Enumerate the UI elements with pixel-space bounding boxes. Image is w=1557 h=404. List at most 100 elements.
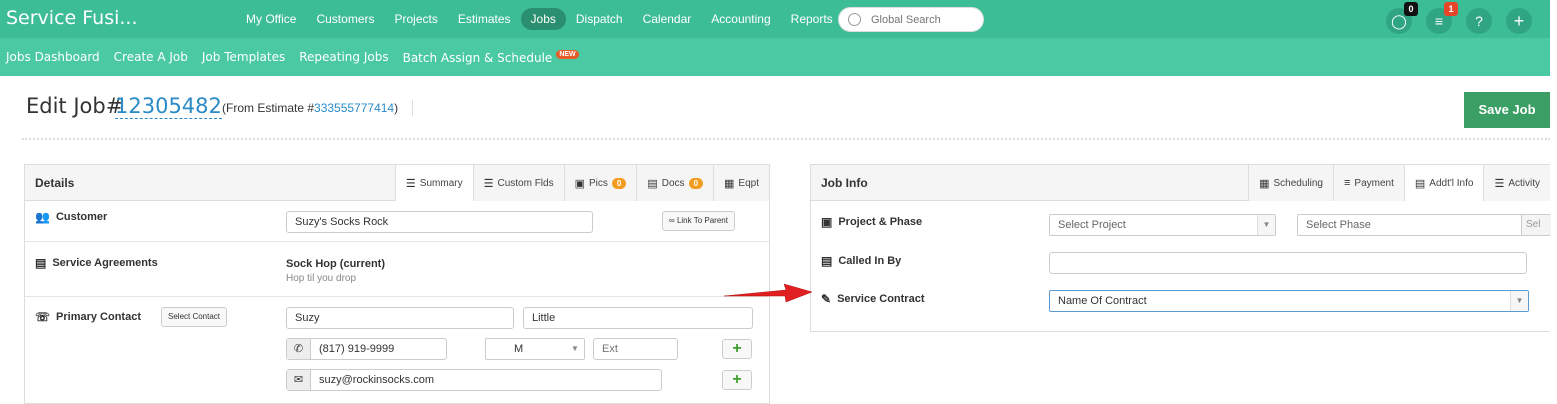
tab-summary[interactable]: ☰ Summary	[394, 165, 473, 201]
details-panel: Details ☰ Summary ☰ Custom Flds ▣ Pics 0 ▤ Do…	[24, 164, 770, 404]
nav-dispatch[interactable]: Dispatch	[566, 8, 633, 30]
phone-type-select[interactable]: M ▼	[485, 338, 585, 360]
from-estimate-suffix: )	[394, 101, 399, 115]
add-button[interactable]: +	[1506, 8, 1532, 34]
subnav-batch-assign[interactable]: Batch Assign & Schedule NEW	[403, 49, 579, 65]
customer-input[interactable]: Suzy's Socks Rock	[286, 211, 593, 233]
list-icon: ☰	[483, 177, 494, 190]
job-info-title: Job Info	[821, 176, 868, 190]
primary-contact-section: ☏ Primary Contact Select Contact Suzy Lit…	[25, 298, 769, 398]
phone-type-value: M	[514, 343, 524, 355]
tab-docs[interactable]: ▤ Docs 0	[636, 165, 714, 201]
agreement-description: Hop til you drop	[286, 273, 357, 284]
email-input[interactable]: ✉ suzy@rockinsocks.com	[286, 369, 662, 391]
select-contact-button[interactable]: Select Contact	[161, 307, 228, 327]
nav-jobs[interactable]: Jobs	[520, 8, 566, 30]
phone-value: (817) 919-9999	[319, 343, 395, 355]
document-icon: ▤	[647, 177, 658, 190]
tab-docs-label: Docs	[661, 177, 685, 189]
global-search[interactable]	[838, 7, 984, 32]
clipboard-icon: ▤	[1414, 177, 1426, 190]
email-icon: ✉	[287, 370, 311, 390]
edit-icon: ✎	[821, 292, 832, 306]
save-job-button[interactable]: Save Job	[1464, 92, 1550, 128]
last-name-input[interactable]: Little	[523, 307, 753, 329]
menu-badge: 1	[1444, 2, 1458, 16]
from-estimate-prefix: (From Estimate #	[222, 101, 315, 115]
details-tabs: ☰ Summary ☰ Custom Flds ▣ Pics 0 ▤ Docs 0 ▦ Eqp…	[394, 165, 769, 201]
tab-custom-fields[interactable]: ☰ Custom Flds	[472, 165, 564, 201]
header-divider	[412, 100, 413, 116]
tab-pics-label: Pics	[589, 177, 608, 189]
select-phase-value: Select Phase	[1306, 219, 1371, 231]
tab-pics[interactable]: ▣ Pics 0	[563, 165, 637, 201]
add-email-button[interactable]: +	[722, 370, 752, 390]
tab-activity[interactable]: ☰ Activity	[1483, 165, 1550, 201]
nav-projects[interactable]: Projects	[384, 8, 447, 30]
select-project-value: Select Project	[1058, 219, 1126, 231]
service-agreements-label-text: Service Agreements	[52, 257, 158, 269]
service-contract-label-text: Service Contract	[837, 293, 925, 305]
service-contract-dropdown[interactable]: Name Of Contract ▼	[1049, 290, 1529, 312]
agreement-name[interactable]: Sock Hop (current)	[286, 258, 385, 270]
tab-equipment-label: Eqpt	[738, 177, 759, 189]
nav-calendar[interactable]: Calendar	[633, 8, 702, 30]
project-phase-label-text: Project & Phase	[838, 216, 923, 228]
chat-button[interactable]: ◯ 0	[1386, 2, 1418, 34]
subnav-jobs-dashboard[interactable]: Jobs Dashboard	[6, 50, 100, 64]
plus-icon: +	[732, 340, 742, 357]
new-badge: NEW	[556, 49, 579, 59]
tab-scheduling[interactable]: ▦ Scheduling	[1248, 165, 1333, 201]
link-icon: ∞	[669, 216, 675, 225]
nav-my-office[interactable]: My Office	[236, 8, 306, 30]
caret-down-icon: ▼	[566, 339, 584, 359]
called-in-by-label: ▤ Called In By	[821, 254, 901, 268]
tab-payment-label: Payment	[1354, 177, 1394, 189]
red-arrow-annotation	[723, 283, 813, 303]
sub-navbar: Jobs Dashboard Create A Job Job Template…	[0, 38, 1550, 76]
menu-icon: ≡	[1434, 13, 1444, 29]
first-name-input[interactable]: Suzy	[286, 307, 514, 329]
menu-button[interactable]: ≡ 1	[1426, 2, 1458, 34]
help-button[interactable]: ?	[1466, 8, 1492, 34]
nav-accounting[interactable]: Accounting	[701, 8, 780, 30]
called-in-by-input[interactable]	[1049, 252, 1527, 274]
tab-additional-info[interactable]: ▤ Addt'l Info	[1403, 165, 1484, 201]
nav-customers[interactable]: Customers	[306, 8, 384, 30]
details-header: Details ☰ Summary ☰ Custom Flds ▣ Pics 0 ▤ Do…	[25, 165, 769, 201]
subnav-job-templates[interactable]: Job Templates	[202, 50, 285, 64]
from-estimate: (From Estimate #333555777414)	[222, 101, 398, 115]
tab-scheduling-label: Scheduling	[1273, 177, 1323, 189]
service-contract-value: Name Of Contract	[1058, 295, 1147, 307]
list-icon: ☰	[405, 177, 416, 190]
tab-summary-label: Summary	[419, 177, 463, 189]
extension-input[interactable]	[593, 338, 678, 360]
docs-count-badge: 0	[688, 177, 704, 189]
tab-custom-fields-label: Custom Flds	[497, 177, 554, 189]
service-agreements-row: ▤ Service Agreements Sock Hop (current) H…	[25, 243, 769, 297]
subnav-repeating-jobs[interactable]: Repeating Jobs	[299, 50, 388, 64]
link-to-parent-label: Link To Parent	[676, 216, 728, 225]
select-phase-dropdown[interactable]: Select Phase Sel	[1297, 214, 1551, 236]
job-number[interactable]: 12305482	[115, 94, 222, 119]
header-separator	[22, 138, 1550, 140]
select-project-dropdown[interactable]: Select Project ▼	[1049, 214, 1276, 236]
tab-additional-info-label: Addt'l Info	[1429, 177, 1474, 189]
search-input[interactable]	[871, 12, 976, 28]
chat-badge: 0	[1404, 2, 1418, 16]
primary-contact-label-text: Primary Contact	[56, 311, 141, 323]
camera-icon: ▣	[574, 177, 585, 190]
subnav-create-a-job[interactable]: Create A Job	[114, 50, 188, 64]
tab-payment[interactable]: ≡ Payment	[1332, 165, 1404, 201]
nav-estimates[interactable]: Estimates	[448, 8, 521, 30]
nav-reports[interactable]: Reports	[781, 8, 843, 30]
tab-equipment[interactable]: ▦ Eqpt	[713, 165, 769, 201]
estimate-link[interactable]: 333555777414	[314, 101, 394, 115]
phone-input[interactable]: ✆ (817) 919-9999	[286, 338, 447, 360]
jobs-sub-nav: Jobs Dashboard Create A Job Job Template…	[6, 38, 579, 76]
customer-label: 👥 Customer	[35, 210, 107, 224]
add-phone-button[interactable]: +	[722, 339, 752, 359]
phone-icon: ☏	[35, 310, 51, 324]
link-to-parent-button[interactable]: ∞ Link To Parent	[662, 211, 735, 231]
brand-logo[interactable]: Service Fusi...	[6, 7, 138, 29]
